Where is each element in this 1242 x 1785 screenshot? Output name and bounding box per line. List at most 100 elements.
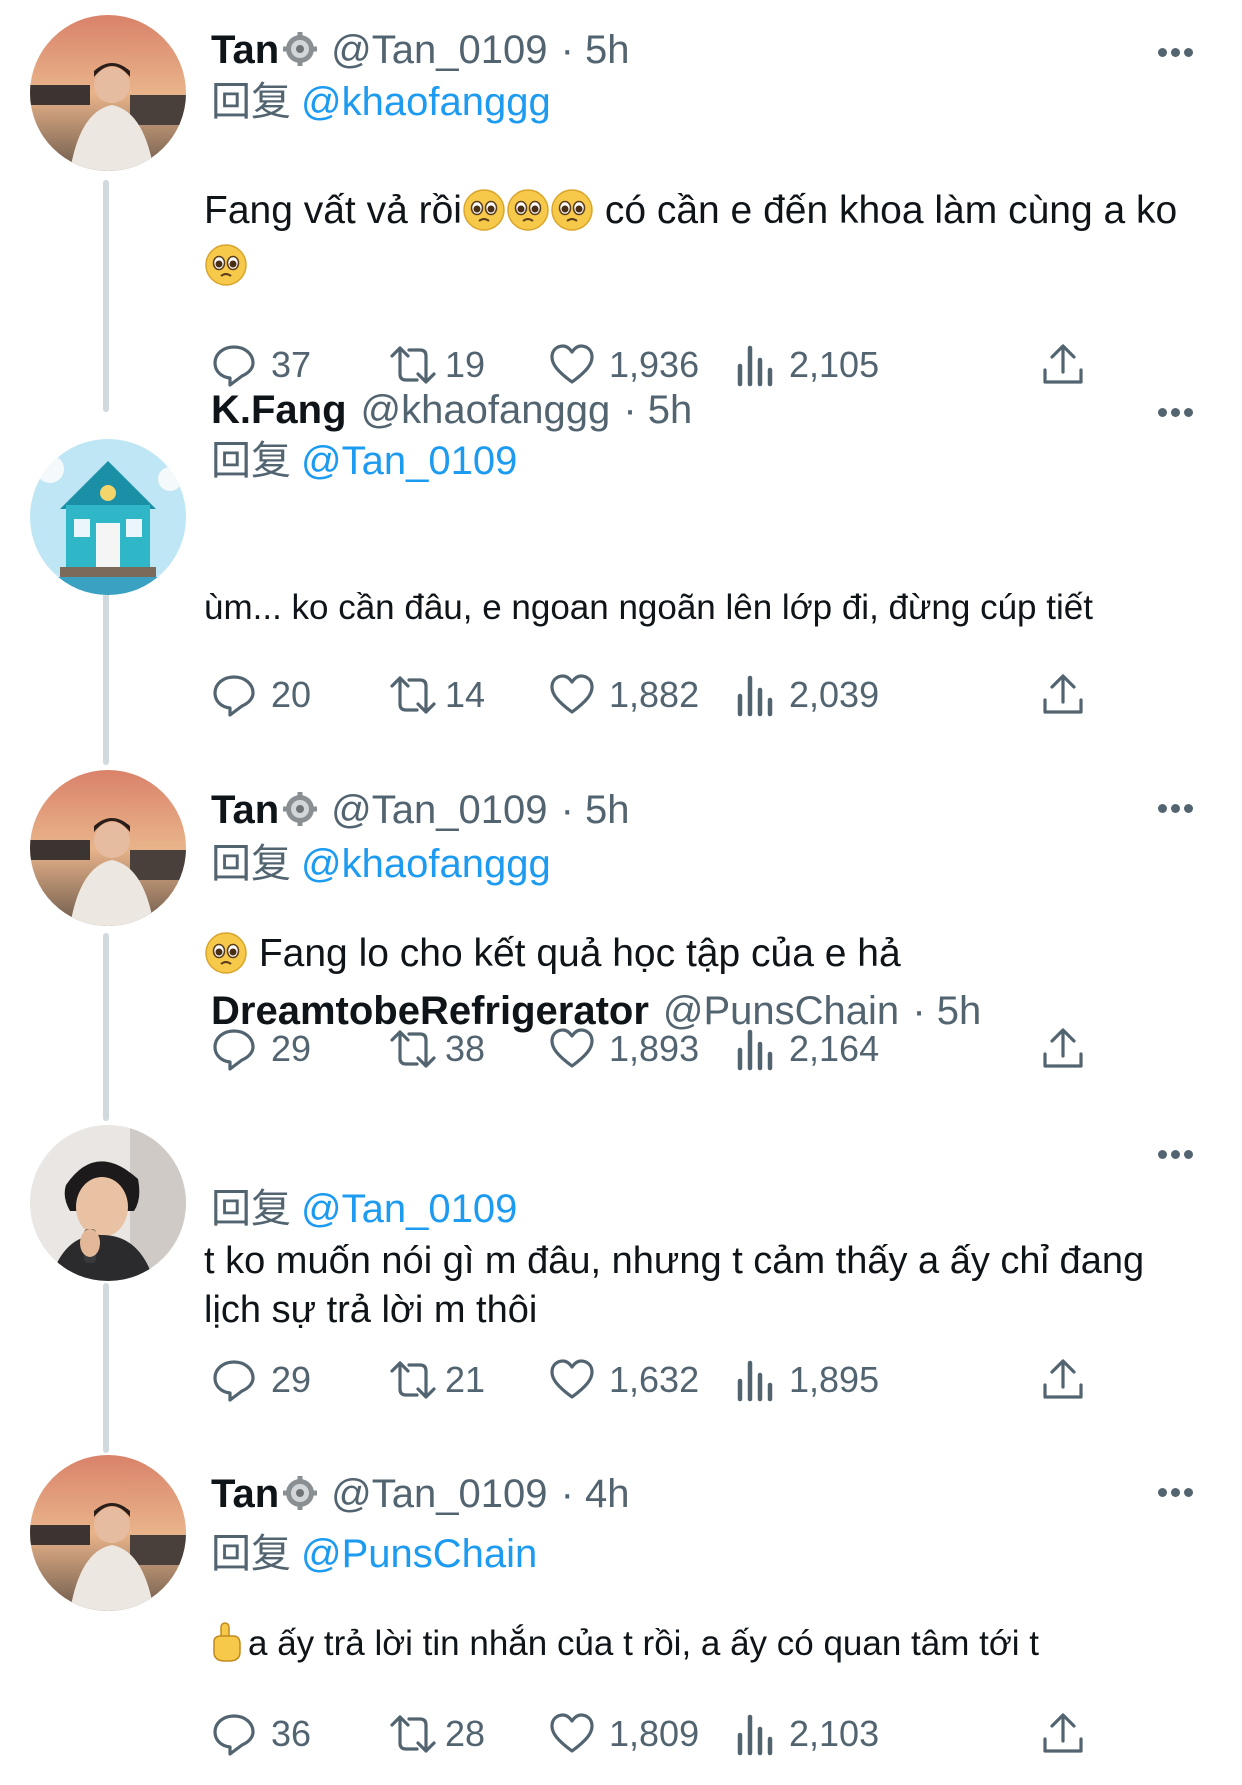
avatar[interactable] <box>30 1455 186 1611</box>
display-name[interactable]: Tan <box>211 1472 279 1516</box>
share-icon <box>1043 1713 1083 1753</box>
retweet-icon <box>390 1361 436 1399</box>
tweet[interactable]: Tan @Tan_0109 · 5h 回复 @khaofanggg Fang vất… <box>0 0 1242 410</box>
display-name[interactable]: K.Fang <box>211 388 347 432</box>
mention-link[interactable]: @khaofanggg <box>301 80 551 124</box>
more-options-icon[interactable] <box>1158 404 1204 420</box>
retweet-count: 21 <box>445 1359 486 1400</box>
tweet-text: Fang vất vả rồi có cần e đến khoa làm cù… <box>204 183 1184 293</box>
reply-count: 29 <box>271 1359 312 1400</box>
display-name[interactable]: Tan <box>211 28 279 72</box>
share-button[interactable] <box>1041 1024 1085 1074</box>
share-button[interactable] <box>1041 670 1085 720</box>
share-icon <box>1043 1028 1083 1068</box>
reply-label: 回复 <box>211 842 291 886</box>
pleading-face-icon <box>506 188 550 232</box>
display-name[interactable]: DreamtobeRefrigerator <box>211 989 649 1033</box>
views-button[interactable]: 1,895 <box>735 1355 879 1405</box>
timestamp[interactable]: · 4h <box>561 1472 630 1516</box>
pleading-face-icon <box>462 188 506 232</box>
reply-button[interactable]: 20 <box>211 670 311 720</box>
reply-count: 37 <box>271 344 312 385</box>
handle[interactable]: @PunsChain <box>663 989 899 1033</box>
tweet-text: t ko muốn nói gì m đâu, nhưng t cảm thấy… <box>204 1240 1145 1331</box>
reply-count: 36 <box>271 1713 312 1754</box>
tweet-text: a ấy trả lời tin nhắn của t rồi, a ấy có… <box>204 1620 1184 1668</box>
reply-label: 回复 <box>211 1187 291 1231</box>
reply-button[interactable]: 37 <box>211 340 311 390</box>
timestamp[interactable]: · 5h <box>912 989 981 1033</box>
retweet-button[interactable]: 21 <box>389 1355 485 1405</box>
like-button[interactable]: 1,632 <box>549 1355 699 1405</box>
views-icon <box>737 345 773 387</box>
gear-badge-icon <box>283 1473 318 1521</box>
reply-button[interactable]: 36 <box>211 1709 311 1759</box>
more-options-icon[interactable] <box>1158 1484 1204 1500</box>
display-name[interactable]: Tan <box>211 788 279 832</box>
mention-link[interactable]: @Tan_0109 <box>301 439 517 483</box>
reply-icon <box>213 1360 255 1402</box>
handle[interactable]: @Tan_0109 <box>331 1472 547 1516</box>
retweet-button[interactable]: 19 <box>389 340 485 390</box>
avatar[interactable] <box>30 770 186 926</box>
view-count: 1,895 <box>789 1359 880 1400</box>
share-icon <box>1043 674 1083 714</box>
tweet-text-part: Fang lo cho kết quả học tập của e hả <box>258 932 901 975</box>
reply-icon <box>213 345 255 387</box>
retweet-count: 19 <box>445 344 486 385</box>
handle[interactable]: @Tan_0109 <box>331 28 547 72</box>
views-button[interactable]: 2,103 <box>735 1709 879 1759</box>
like-button[interactable]: 1,936 <box>549 340 699 390</box>
pleading-face-icon <box>550 188 594 232</box>
share-button[interactable] <box>1041 340 1085 390</box>
avatar[interactable] <box>30 439 186 595</box>
heart-icon <box>550 1359 594 1399</box>
reply-button[interactable]: 29 <box>211 1355 311 1405</box>
more-options-icon[interactable] <box>1158 800 1204 816</box>
reply-icon <box>213 675 255 717</box>
share-button[interactable] <box>1041 1709 1085 1759</box>
tweet-text: Fang lo cho kết quả học tập của e hả <box>204 926 1184 981</box>
reply-label: 回复 <box>211 1532 291 1576</box>
like-count: 1,936 <box>609 344 700 385</box>
avatar[interactable] <box>30 15 186 171</box>
share-button[interactable] <box>1041 1355 1085 1405</box>
timestamp[interactable]: · 5h <box>561 28 630 72</box>
views-button[interactable]: 2,105 <box>735 340 879 390</box>
views-icon <box>737 1714 773 1756</box>
like-button[interactable]: 1,882 <box>549 670 699 720</box>
mention-link[interactable]: @PunsChain <box>301 1532 537 1576</box>
like-button[interactable]: 1,809 <box>549 1709 699 1759</box>
reply-icon <box>213 1714 255 1756</box>
views-button[interactable]: 2,039 <box>735 670 879 720</box>
tweet-text-part: a ấy trả lời tin nhắn của t rồi, a ấy có… <box>248 1624 1040 1663</box>
avatar[interactable] <box>30 1125 186 1281</box>
avatar-photo <box>30 15 186 171</box>
mention-link[interactable]: @khaofanggg <box>301 842 551 886</box>
view-count: 2,039 <box>789 674 880 715</box>
avatar-photo <box>30 770 186 926</box>
heart-icon <box>550 674 594 714</box>
view-count: 2,103 <box>789 1713 880 1754</box>
gear-badge-icon <box>283 789 318 837</box>
retweet-button[interactable]: 28 <box>389 1709 485 1759</box>
reply-count: 20 <box>271 674 312 715</box>
heart-icon <box>550 1713 594 1753</box>
handle[interactable]: @Tan_0109 <box>331 788 547 832</box>
retweet-icon <box>390 1715 436 1753</box>
mention-link[interactable]: @Tan_0109 <box>301 1187 517 1231</box>
handle[interactable]: @khaofanggg <box>361 388 611 432</box>
like-count: 1,882 <box>609 674 700 715</box>
more-options-icon[interactable] <box>1158 44 1204 60</box>
tweet-text-part: có cần e đến khoa làm cùng a ko <box>604 189 1178 232</box>
avatar-photo <box>30 1125 186 1281</box>
timestamp[interactable]: · 5h <box>561 788 630 832</box>
retweet-icon <box>390 346 436 384</box>
like-count: 1,632 <box>609 1359 700 1400</box>
share-icon <box>1043 1359 1083 1399</box>
timestamp[interactable]: · 5h <box>623 388 692 432</box>
more-options-icon[interactable] <box>1158 1146 1204 1162</box>
views-icon <box>737 1360 773 1402</box>
retweet-button[interactable]: 14 <box>389 670 485 720</box>
like-count: 1,809 <box>609 1713 700 1754</box>
